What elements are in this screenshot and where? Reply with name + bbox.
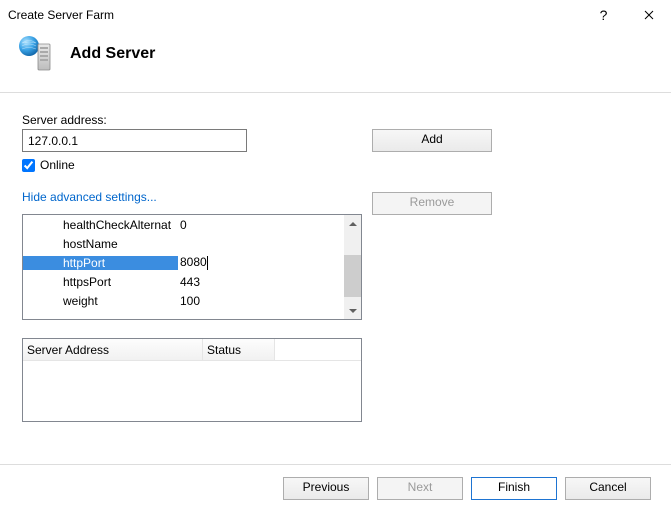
wizard-body: Server address: Online Hide advanced set… [0, 93, 671, 432]
wizard-header: Add Server [0, 30, 671, 93]
window-titlebar: Create Server Farm ? [0, 0, 671, 30]
property-name: hostName [23, 237, 178, 251]
online-label: Online [40, 158, 75, 172]
window-title: Create Server Farm [8, 8, 581, 22]
scroll-thumb[interactable] [344, 255, 361, 297]
online-checkbox[interactable] [22, 159, 35, 172]
grid-row[interactable]: weight100 [23, 291, 344, 310]
property-value[interactable]: 0 [178, 218, 344, 232]
grid-row[interactable]: httpPort8080 [23, 253, 344, 272]
grid-row[interactable]: httpsPort443 [23, 272, 344, 291]
property-value[interactable]: 443 [178, 275, 344, 289]
add-button[interactable]: Add [372, 129, 492, 152]
column-status[interactable]: Status [203, 339, 275, 360]
column-server-address[interactable]: Server Address [23, 339, 203, 360]
property-name: httpPort [23, 256, 178, 270]
grid-row[interactable]: hostName [23, 234, 344, 253]
property-value[interactable]: 100 [178, 294, 344, 308]
server-address-input[interactable] [22, 129, 247, 152]
advanced-property-grid[interactable]: healthCheckAlternat0hostNamehttpPort8080… [22, 214, 362, 320]
scroll-up-button[interactable] [344, 215, 361, 232]
wizard-footer: Previous Next Finish Cancel [0, 464, 671, 512]
server-address-label: Server address: [22, 113, 362, 127]
toggle-advanced-link[interactable]: Hide advanced settings... [22, 190, 157, 204]
remove-button: Remove [372, 192, 492, 215]
server-list[interactable]: Server Address Status [22, 338, 362, 422]
grid-scrollbar[interactable] [344, 215, 361, 319]
scroll-down-button[interactable] [344, 302, 361, 319]
close-button[interactable] [626, 0, 671, 30]
server-farm-icon [18, 36, 54, 72]
chevron-down-icon [349, 309, 357, 313]
previous-button[interactable]: Previous [283, 477, 369, 500]
next-button: Next [377, 477, 463, 500]
cancel-button[interactable]: Cancel [565, 477, 651, 500]
page-heading: Add Server [70, 45, 155, 63]
finish-button[interactable]: Finish [471, 477, 557, 500]
property-name: weight [23, 294, 178, 308]
property-name: healthCheckAlternat [23, 218, 178, 232]
property-value[interactable]: 8080 [178, 255, 344, 270]
server-list-header: Server Address Status [23, 339, 361, 361]
property-name: httpsPort [23, 275, 178, 289]
help-button[interactable]: ? [581, 0, 626, 30]
grid-row[interactable]: healthCheckAlternat0 [23, 215, 344, 234]
close-icon [644, 10, 654, 20]
chevron-up-icon [349, 222, 357, 226]
